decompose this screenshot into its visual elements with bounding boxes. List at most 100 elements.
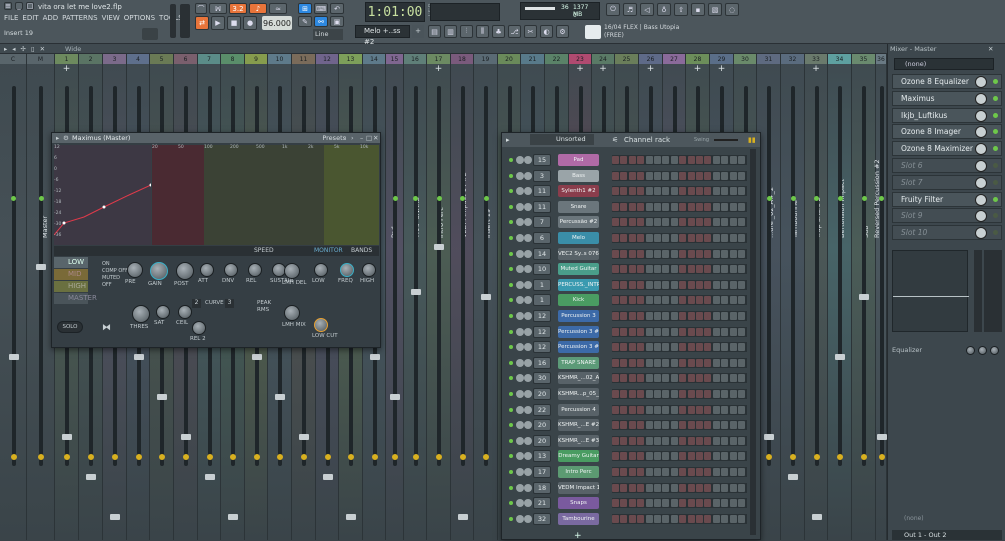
channel-row[interactable]: 12 Percussion 3 #3 bbox=[502, 325, 760, 341]
step-button[interactable] bbox=[662, 421, 670, 430]
step-button[interactable] bbox=[712, 296, 720, 305]
strip-number[interactable]: 8 bbox=[221, 54, 244, 64]
step-button[interactable] bbox=[721, 374, 729, 383]
step-button[interactable] bbox=[628, 390, 636, 398]
channel-name-button[interactable]: Kick bbox=[558, 294, 599, 307]
master-pitch-slider[interactable] bbox=[180, 4, 190, 38]
rms-label[interactable]: RMS bbox=[257, 307, 269, 313]
strip-fader[interactable] bbox=[11, 86, 16, 466]
mute-led[interactable] bbox=[814, 196, 819, 201]
step-button[interactable] bbox=[620, 265, 628, 274]
peak-label[interactable]: PEAK bbox=[257, 300, 271, 306]
effect-mix-knob[interactable] bbox=[975, 143, 987, 156]
step-button[interactable] bbox=[662, 327, 670, 336]
knob-freq[interactable] bbox=[340, 263, 354, 277]
channel-row[interactable]: 10 Muted Guitar bbox=[502, 262, 760, 278]
step-button[interactable] bbox=[670, 249, 678, 258]
step-button[interactable] bbox=[729, 499, 737, 508]
step-button[interactable] bbox=[738, 187, 745, 196]
step-button[interactable] bbox=[612, 234, 619, 242]
channel-mute-led[interactable] bbox=[509, 189, 513, 194]
step-button[interactable] bbox=[704, 187, 712, 196]
microphone-icon[interactable]: ♁ bbox=[657, 3, 671, 16]
step-button[interactable] bbox=[687, 421, 695, 430]
step-button[interactable] bbox=[696, 390, 703, 398]
step-button[interactable] bbox=[654, 280, 661, 289]
step-button[interactable] bbox=[628, 249, 636, 258]
mixer-strip[interactable]: 33+Trap Snare 2 bbox=[805, 54, 828, 540]
step-button[interactable] bbox=[654, 327, 661, 336]
stereo-separation-knob[interactable] bbox=[371, 454, 378, 460]
strip-number[interactable]: M bbox=[27, 54, 54, 64]
step-button[interactable] bbox=[721, 452, 729, 461]
step-button[interactable] bbox=[620, 280, 628, 289]
piano-roll-icon[interactable]: ▥ bbox=[444, 25, 457, 38]
power-icon[interactable]: ⏻ bbox=[606, 3, 620, 16]
strip-fader[interactable] bbox=[39, 86, 43, 466]
step-button[interactable] bbox=[679, 374, 687, 383]
step-button[interactable] bbox=[637, 358, 645, 367]
step-button[interactable] bbox=[628, 327, 636, 336]
channel-mute-led[interactable] bbox=[509, 454, 513, 459]
step-button[interactable] bbox=[721, 249, 729, 258]
step-button[interactable] bbox=[637, 514, 645, 523]
effect-enable-led[interactable] bbox=[993, 196, 998, 202]
channel-mute-led[interactable] bbox=[509, 158, 513, 162]
step-button[interactable] bbox=[729, 436, 737, 445]
channel-mixer-target[interactable]: 12 bbox=[533, 325, 551, 338]
step-button[interactable] bbox=[687, 280, 695, 289]
step-button[interactable] bbox=[696, 202, 703, 211]
step-button[interactable] bbox=[704, 421, 712, 430]
channel-row[interactable]: 30 KSHMR_...02_A# bbox=[502, 371, 760, 387]
strip-number[interactable]: 31 bbox=[757, 54, 780, 64]
step-button[interactable] bbox=[654, 468, 661, 476]
mixer-strip[interactable]: 19 Insert 19 bbox=[474, 54, 498, 540]
step-button[interactable] bbox=[620, 218, 628, 227]
playlist-icon[interactable]: ▤ bbox=[428, 25, 441, 38]
channel-knob[interactable] bbox=[524, 234, 532, 242]
band-mid-button[interactable]: MID bbox=[54, 269, 88, 280]
step-button[interactable] bbox=[620, 452, 628, 461]
mute-led[interactable] bbox=[38, 196, 44, 201]
channel-row[interactable]: 17 Intro Perc bbox=[502, 465, 760, 481]
step-button[interactable] bbox=[628, 280, 636, 289]
stereo-separation-knob[interactable] bbox=[813, 454, 820, 460]
step-button[interactable] bbox=[679, 390, 687, 398]
pattern-mode-icon[interactable]: ⌒ bbox=[195, 3, 207, 14]
step-button[interactable] bbox=[712, 202, 720, 211]
effect-slot[interactable]: Maximus bbox=[892, 90, 1002, 106]
step-button[interactable] bbox=[704, 374, 712, 383]
step-button[interactable] bbox=[662, 312, 670, 320]
stereo-separation-knob[interactable] bbox=[112, 454, 118, 460]
maximus-minimize-icon[interactable]: – bbox=[360, 134, 363, 142]
fader-handle[interactable] bbox=[457, 514, 468, 520]
step-button[interactable] bbox=[637, 374, 645, 383]
channel-row[interactable]: 12 Percussion 3 bbox=[502, 309, 760, 325]
project-info-icon[interactable]: ◐ bbox=[540, 25, 553, 38]
channel-knob[interactable] bbox=[524, 421, 532, 430]
step-button[interactable] bbox=[670, 452, 678, 461]
step-button[interactable] bbox=[662, 187, 670, 196]
channel-step-sequencer[interactable] bbox=[612, 155, 747, 165]
strip-number[interactable]: C bbox=[0, 54, 26, 64]
channel-mixer-target[interactable]: 21 bbox=[533, 497, 551, 510]
step-button[interactable] bbox=[721, 265, 729, 274]
strip-number[interactable]: 21 bbox=[521, 54, 544, 64]
channel-knob[interactable] bbox=[516, 468, 524, 476]
step-button[interactable] bbox=[729, 421, 737, 430]
channel-mute-led[interactable] bbox=[509, 204, 513, 209]
strip-number[interactable]: 33 bbox=[805, 54, 827, 64]
effect-enable-led[interactable] bbox=[993, 146, 998, 152]
step-button[interactable] bbox=[662, 265, 670, 274]
step-button[interactable] bbox=[738, 249, 745, 258]
menu-edit[interactable]: EDIT bbox=[22, 14, 38, 22]
step-button[interactable] bbox=[721, 405, 729, 414]
snap-select[interactable]: Line bbox=[313, 29, 343, 40]
effect-slot[interactable]: Ozone 8 Imager bbox=[892, 124, 1002, 140]
step-button[interactable] bbox=[704, 171, 712, 180]
eq-display[interactable] bbox=[892, 250, 969, 332]
stereo-separation-knob[interactable] bbox=[483, 454, 489, 460]
channel-name-button[interactable]: Percussion 3 #3 bbox=[558, 325, 599, 338]
step-button[interactable] bbox=[738, 405, 745, 414]
channel-name-button[interactable]: KSHMR_...02_A# bbox=[558, 372, 599, 385]
